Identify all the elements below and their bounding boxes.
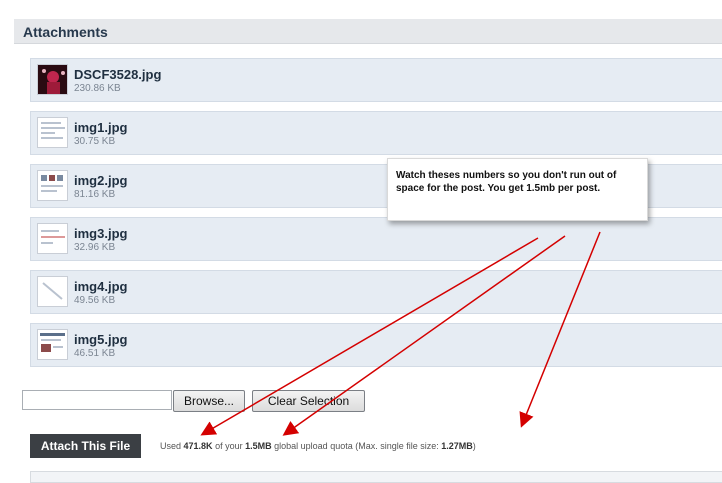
arrow-to-used: [200, 237, 539, 436]
arrow-to-max: [519, 231, 601, 428]
arrow-to-total: [282, 235, 566, 436]
annotation-arrows: [200, 231, 601, 436]
